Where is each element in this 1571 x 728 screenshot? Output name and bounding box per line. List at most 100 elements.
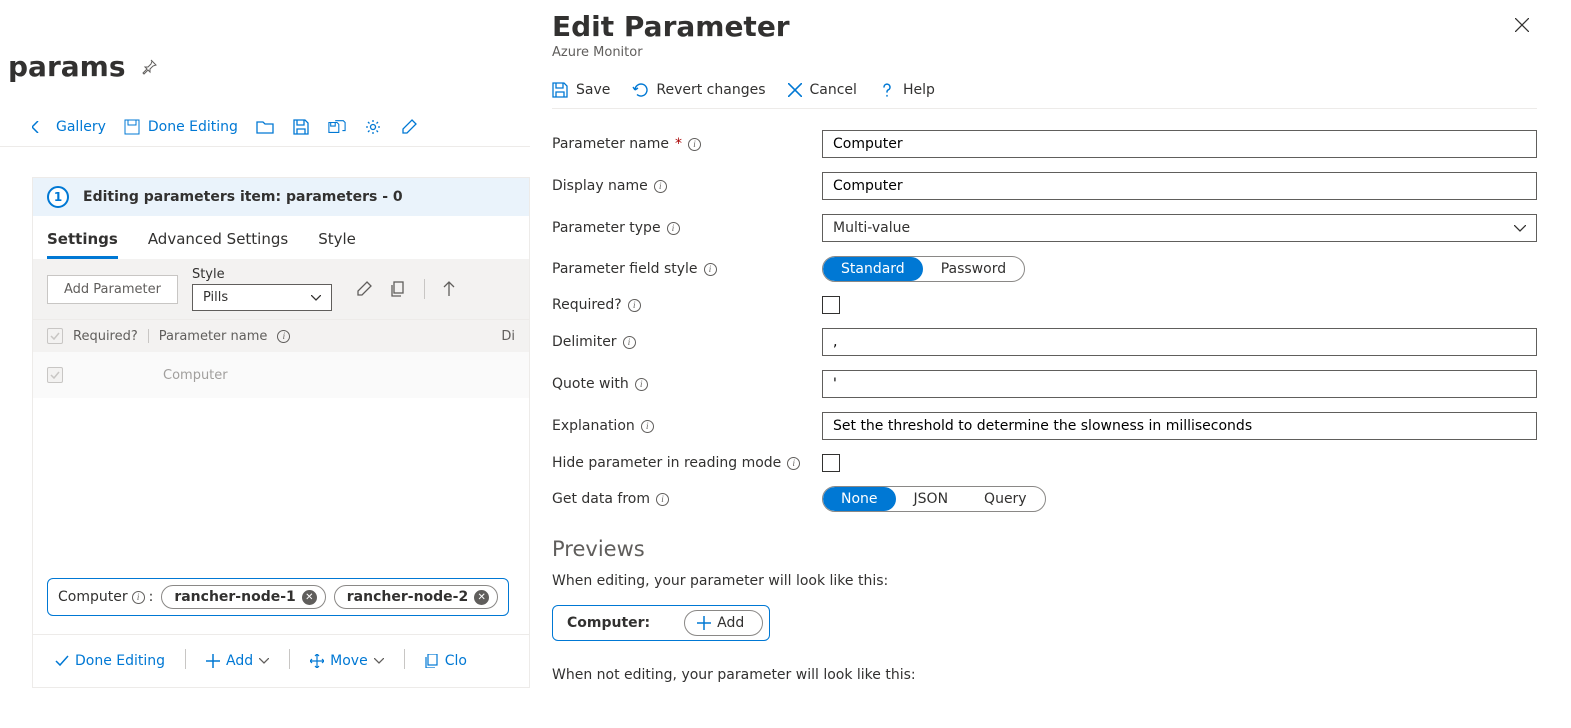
info-icon[interactable]: i [641, 420, 654, 433]
label-quote: Quote with i [552, 376, 822, 392]
info-icon[interactable]: i [654, 180, 667, 193]
info-icon[interactable]: i [656, 493, 669, 506]
add-parameter-button[interactable]: Add Parameter [47, 275, 178, 304]
close-icon[interactable]: ✕ [474, 590, 489, 605]
pill-container[interactable]: Computer i: rancher-node-1 ✕ rancher-nod… [47, 578, 509, 616]
col-separator [148, 329, 149, 343]
row-checkbox[interactable] [47, 367, 63, 383]
label-display-name: Display name i [552, 178, 822, 194]
style-select-wrap: Style Pills [192, 267, 332, 311]
preview-label: Computer: [553, 607, 664, 639]
arrow-up-icon[interactable] [443, 281, 455, 297]
separator [289, 649, 290, 669]
pin-icon[interactable] [141, 59, 157, 75]
panel-header: Edit Parameter Azure Monitor [552, 0, 1537, 60]
label-delimiter: Delimiter i [552, 334, 822, 350]
main-workbook-area: params Gallery Done Editing 1 Editing pa… [0, 0, 530, 728]
close-icon[interactable]: ✕ [302, 590, 317, 605]
info-icon[interactable]: i [787, 457, 800, 470]
chevron-down-icon [1514, 225, 1526, 232]
get-data-json[interactable]: JSON [896, 487, 967, 511]
help-icon [879, 82, 895, 98]
add-footer-button[interactable]: Add [198, 649, 277, 673]
move-footer-button[interactable]: Move [302, 649, 392, 673]
field-style-toggle: Standard Password [822, 256, 1025, 282]
chevron-down-icon [311, 295, 321, 301]
gear-icon[interactable] [364, 118, 382, 136]
field-style-standard[interactable]: Standard [823, 257, 923, 281]
get-data-none[interactable]: None [823, 487, 896, 511]
save-as-icon[interactable] [328, 118, 346, 136]
pill-label: Computer i: [58, 589, 153, 605]
chevron-down-icon [259, 658, 269, 664]
preview-editing-box: Computer: Add [552, 605, 770, 641]
pill-item[interactable]: rancher-node-2 ✕ [334, 585, 498, 609]
hide-parameter-checkbox[interactable] [822, 454, 840, 472]
parameter-type-select[interactable]: Multi-value [822, 214, 1537, 242]
tab-style[interactable]: Style [318, 230, 356, 259]
required-checkbox[interactable] [822, 296, 840, 314]
pill-item[interactable]: rancher-node-1 ✕ [161, 585, 325, 609]
save-icon[interactable] [292, 118, 310, 136]
label-explanation: Explanation i [552, 418, 822, 434]
edit-row-icon[interactable] [356, 281, 372, 297]
quote-input[interactable] [822, 370, 1537, 398]
gallery-button[interactable]: Gallery [32, 119, 106, 135]
preview-add-button[interactable]: Add [684, 610, 763, 636]
help-button[interactable]: Help [879, 82, 935, 98]
revert-button[interactable]: Revert changes [632, 82, 765, 98]
delimiter-input[interactable] [822, 328, 1537, 356]
field-style-password[interactable]: Password [923, 257, 1024, 281]
done-editing-button[interactable]: Done Editing [124, 119, 238, 135]
open-icon[interactable] [256, 118, 274, 136]
header-checkbox[interactable] [47, 328, 63, 344]
x-icon [788, 83, 802, 97]
chevron-down-icon [374, 658, 384, 664]
tab-settings[interactable]: Settings [47, 230, 118, 259]
table-row[interactable]: Computer [33, 352, 529, 398]
explanation-input[interactable] [822, 412, 1537, 440]
col-required: Required? [73, 329, 138, 344]
label-parameter-name: Parameter name * i [552, 136, 822, 152]
parameter-name-input[interactable] [822, 130, 1537, 158]
info-icon[interactable]: i [635, 378, 648, 391]
panel-title: Edit Parameter [552, 10, 790, 43]
required-indicator: * [675, 136, 682, 152]
label-get-data: Get data from i [552, 491, 822, 507]
edit-icon[interactable] [400, 118, 418, 136]
cancel-button[interactable]: Cancel [788, 82, 857, 98]
display-name-input[interactable] [822, 172, 1537, 200]
footer-actions: Done Editing Add Move Clo [33, 634, 529, 687]
row-param-name: Computer [163, 368, 228, 383]
copy-icon[interactable] [390, 281, 406, 297]
info-icon[interactable]: i [623, 336, 636, 349]
edit-parameter-panel: Edit Parameter Azure Monitor Save Revert… [530, 0, 1571, 728]
clone-footer-button[interactable]: Clo [417, 649, 475, 673]
get-data-toggle: None JSON Query [822, 486, 1046, 512]
label-parameter-type: Parameter type i [552, 220, 822, 236]
info-icon[interactable]: i [667, 222, 680, 235]
panel-toolbar: Save Revert changes Cancel Help [552, 60, 1537, 109]
save-button[interactable]: Save [552, 82, 610, 98]
info-icon[interactable]: i [277, 330, 290, 343]
item-header: 1 Editing parameters item: parameters - … [33, 178, 529, 216]
style-select[interactable]: Pills [192, 284, 332, 311]
separator [424, 279, 425, 299]
item-title: Editing parameters item: parameters - 0 [83, 189, 403, 205]
separator [185, 649, 186, 669]
page-header: params [0, 0, 530, 83]
parameter-form: Parameter name * i Display name i Parame… [552, 109, 1537, 697]
get-data-query[interactable]: Query [966, 487, 1045, 511]
col-param-name: Parameter name [159, 329, 268, 344]
label-hide-param: Hide parameter in reading mode i [552, 455, 822, 471]
label-required: Required? i [552, 297, 822, 313]
info-icon[interactable]: i [628, 299, 641, 312]
info-icon[interactable]: i [688, 138, 701, 151]
close-icon[interactable] [1507, 10, 1537, 40]
page-title: params [8, 50, 125, 83]
main-toolbar: Gallery Done Editing [0, 83, 530, 147]
info-icon[interactable]: i [704, 263, 717, 276]
info-icon[interactable]: i [132, 591, 145, 604]
tab-advanced-settings[interactable]: Advanced Settings [148, 230, 288, 259]
done-editing-footer-button[interactable]: Done Editing [47, 649, 173, 673]
